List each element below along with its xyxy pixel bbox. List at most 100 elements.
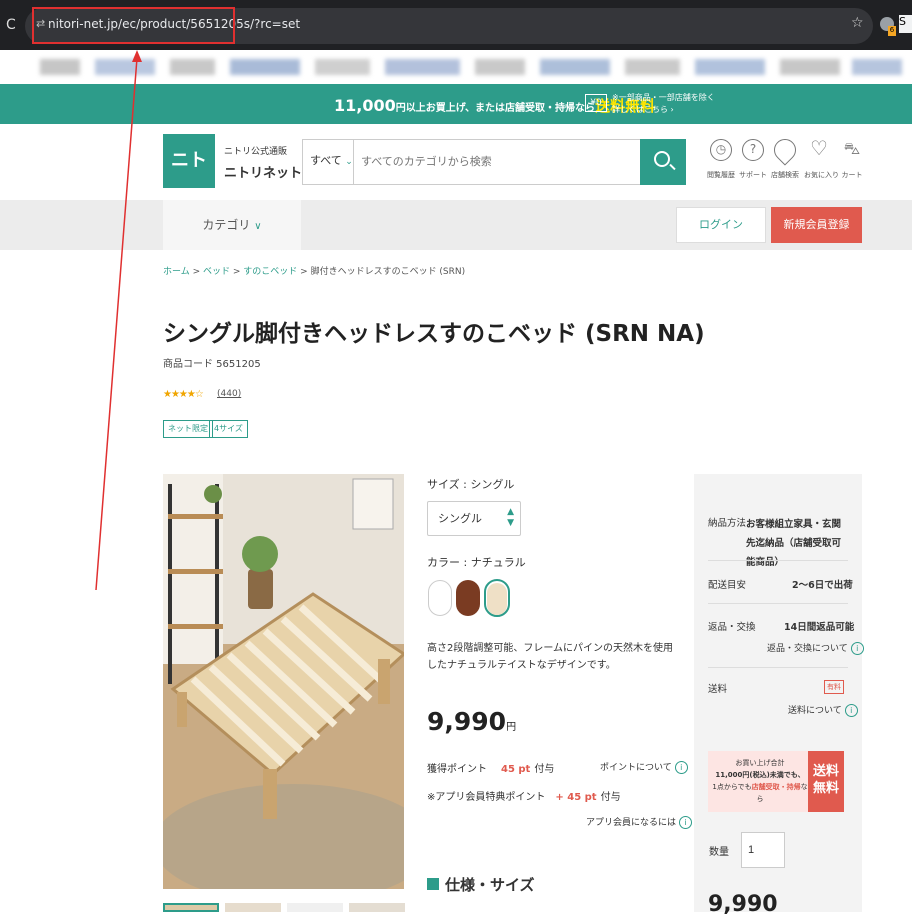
app-member-link[interactable]: アプリ会員になるには i [586, 815, 693, 829]
divider [708, 667, 848, 668]
breadcrumb-bed[interactable]: ベッド [203, 267, 230, 277]
category-menu[interactable]: カテゴリ ∨ [163, 200, 301, 250]
size-select-value: シングル [438, 512, 482, 525]
size-select[interactable]: シングル ▲ ▼ [427, 501, 521, 536]
product-title: シングル脚付きヘッドレスすのこベッド (SRN NA) [163, 321, 705, 347]
divider [708, 560, 848, 561]
profile-icon[interactable]: S [899, 15, 912, 33]
search-icon-handle [669, 163, 676, 171]
icon-label: お気に入り [804, 171, 839, 179]
search-category-label: すべて [310, 154, 342, 167]
bookmark-item[interactable] [780, 59, 840, 75]
bookmark-item[interactable] [852, 59, 902, 75]
app-points-suffix: 付与 [600, 792, 621, 803]
promo-condition: 円以上お買上げ、または店舗受取・持帰なら [395, 103, 596, 114]
zero-yen-icon: ¥0 [585, 94, 607, 112]
search-category-select[interactable]: すべて ⌄ [302, 139, 354, 185]
breadcrumb-home[interactable]: ホーム [163, 267, 190, 277]
free-shipping-text: お買い上げ合計 11,000円(税込)未満でも、 1点からでも店舗受取・持帰なら [712, 757, 808, 805]
info-icon: i [674, 761, 688, 774]
thumbnail[interactable] [225, 903, 281, 912]
support-icon: ? [742, 139, 764, 161]
bookmark-item[interactable] [385, 59, 460, 75]
app-points-row: ※アプリ会員特典ポイント + 45 pt 付与 [427, 788, 621, 803]
bookmark-item[interactable] [230, 59, 300, 75]
color-swatch-white[interactable] [428, 580, 452, 616]
free-shipping-badge: 送料無料 [808, 751, 844, 812]
breadcrumb-separator: > [230, 267, 244, 277]
delivery-method-value: お客様組立家具・玄関先迄納品（店舗受取可能商品） [746, 519, 842, 568]
points-suffix: 付与 [534, 764, 555, 775]
store-search-icon [769, 134, 801, 166]
cart-icon: ⛍ [843, 139, 861, 158]
bookmark-item[interactable] [170, 59, 215, 75]
shipping-paid-tag: 有料 [824, 680, 844, 694]
store-search-button[interactable]: 店舗検索 [769, 134, 801, 180]
breadcrumb-current: 脚付きヘッドレスすのこベッド (SRN) [310, 267, 466, 277]
bookmark-item[interactable] [315, 59, 370, 75]
free-shipping-line: お買い上げ合計 [735, 759, 785, 767]
return-info-label: 返品・交換について [767, 644, 848, 654]
search-button[interactable] [640, 139, 686, 185]
points-value: 45 pt [501, 764, 531, 775]
bookmark-item[interactable] [695, 59, 765, 75]
product-description: 高さ2段階調整可能、フレームにパインの天然木を使用したナチュラルテイストなデザイ… [427, 643, 674, 671]
price-value: 9,990 [427, 707, 507, 736]
support-button[interactable]: ? サポート [738, 139, 768, 180]
points-info-link[interactable]: ポイントについて i [600, 760, 688, 774]
cart-button[interactable]: ⛍ カート [837, 139, 867, 180]
logo-title[interactable]: ニトリネット [224, 162, 302, 181]
login-button[interactable]: ログイン [676, 207, 766, 243]
thumbnail[interactable] [349, 903, 405, 912]
review-count-link[interactable]: (440) [217, 389, 241, 399]
url-highlight-annotation [32, 7, 235, 44]
thumbnail[interactable] [287, 903, 343, 912]
chevron-down-icon: ⌄ [345, 157, 353, 167]
spec-size-heading[interactable]: 仕様・サイズ [427, 874, 535, 895]
app-points-label: ※アプリ会員特典ポイント [427, 792, 546, 803]
info-icon: i [844, 704, 858, 717]
tag-sizes: 4サイズ [209, 420, 248, 438]
bookmark-item[interactable] [40, 59, 80, 75]
info-icon: i [850, 642, 864, 655]
product-image[interactable] [163, 474, 404, 889]
bookmark-item[interactable] [475, 59, 525, 75]
color-swatch-brown[interactable] [456, 580, 480, 616]
free-shipping-pre: 1点からでも [712, 783, 752, 791]
icon-label: 閲覧履歴 [707, 171, 735, 179]
quantity-field[interactable] [741, 832, 785, 868]
quantity-label: 数量 [709, 847, 729, 858]
price-unit: 円 [506, 722, 517, 733]
delivery-date-value: 2〜6日で出荷 [792, 580, 853, 591]
promo-note[interactable]: ※一部商品・一部店舗を除く 詳しくはこちら › [612, 92, 715, 116]
thumbnail-strip [163, 903, 405, 912]
favorites-button[interactable]: ♡ お気に入り [804, 136, 839, 180]
return-value: 14日間返品可能 [784, 622, 855, 633]
rating-stars: ★★★★☆ [163, 389, 204, 400]
promo-amount: 11,000 [334, 96, 396, 115]
shipping-info-label: 送料について [788, 706, 842, 716]
breadcrumb: ホーム > ベッド > すのこベッド > 脚付きヘッドレスすのこベッド (SRN… [163, 264, 465, 277]
browsing-history-button[interactable]: ◷ 閲覧履歴 [706, 139, 736, 180]
breadcrumb-sunoko[interactable]: すのこベッド [243, 267, 297, 277]
info-icon: i [679, 816, 693, 829]
search-input[interactable] [355, 140, 640, 184]
logo-subtitle: ニトリ公式通販 [224, 147, 288, 157]
bookmark-item[interactable] [540, 59, 610, 75]
bookmark-star-icon[interactable]: ☆ [851, 15, 864, 31]
bookmark-item[interactable] [625, 59, 680, 75]
shipping-info-link[interactable]: 送料について i [788, 703, 858, 717]
color-swatch-natural[interactable] [487, 583, 507, 615]
search-icon [654, 151, 670, 167]
bookmark-item[interactable] [95, 59, 155, 75]
reload-icon[interactable]: C [6, 17, 16, 33]
thumbnail[interactable] [163, 903, 219, 912]
favorites-icon: ♡ [810, 136, 828, 160]
free-shipping-box[interactable]: お買い上げ合計 11,000円(税込)未満でも、 1点からでも店舗受取・持帰なら… [708, 751, 844, 812]
nitori-logo[interactable]: ニトリ [163, 134, 215, 225]
color-label: カラー : ナチュラル [427, 556, 526, 569]
promo-details-link[interactable]: 詳しくはこちら › [612, 104, 715, 116]
return-info-link[interactable]: 返品・交換について i [767, 641, 864, 655]
chevron-down-icon: ∨ [254, 221, 262, 232]
register-button[interactable]: 新規会員登録 [771, 207, 862, 243]
